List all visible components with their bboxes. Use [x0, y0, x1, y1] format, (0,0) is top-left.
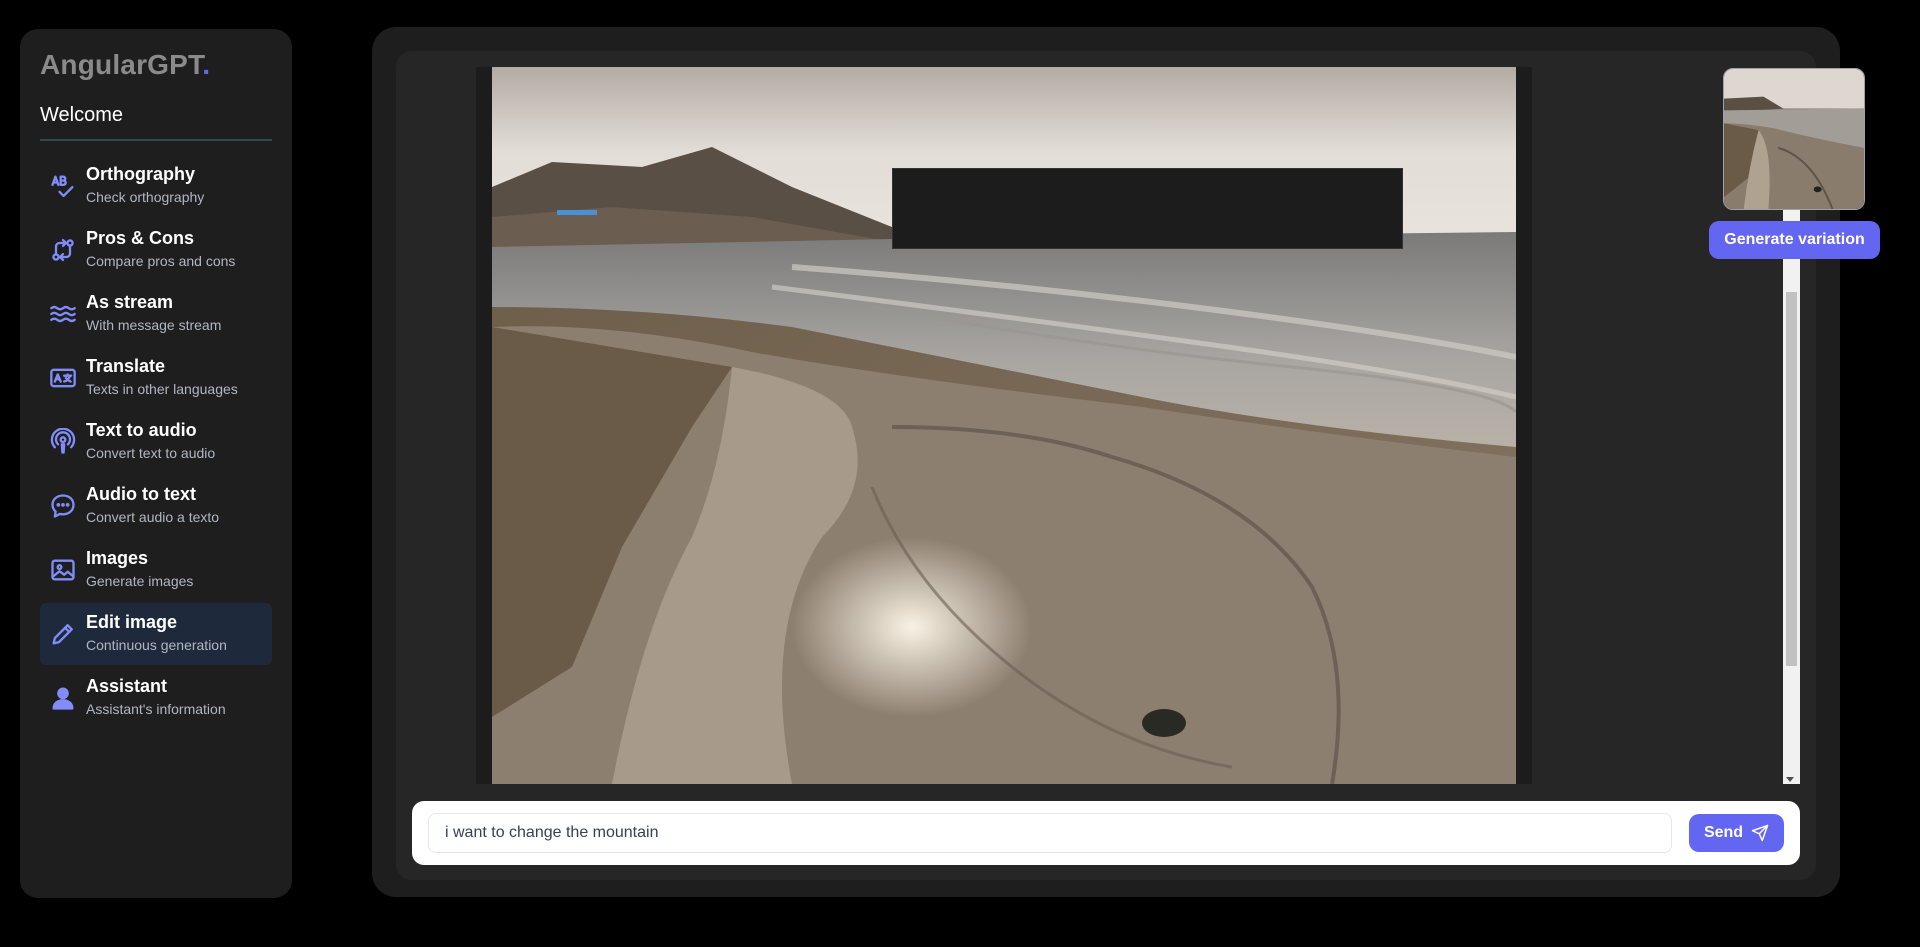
podcast-icon — [48, 427, 78, 457]
sidebar-item-subtitle: Continuous generation — [86, 637, 227, 653]
sidebar-item-subtitle: Check orthography — [86, 189, 205, 205]
translate-icon — [48, 363, 78, 393]
sidebar-item-subtitle: Generate images — [86, 573, 194, 589]
sidebar-item-subtitle: Convert audio a texto — [86, 509, 220, 525]
scroll-down-icon[interactable] — [1786, 777, 1794, 782]
send-button[interactable]: Send — [1689, 814, 1784, 852]
chat-scrollbar[interactable] — [1783, 210, 1800, 784]
edit-mask-region[interactable] — [892, 168, 1403, 249]
sidebar-item-subtitle: Texts in other languages — [86, 381, 238, 397]
sidebar-item-subtitle: With message stream — [86, 317, 222, 333]
original-image-thumbnail[interactable] — [1723, 68, 1865, 210]
waves-icon — [48, 299, 78, 329]
generate-variation-button[interactable]: Generate variation — [1709, 221, 1880, 259]
sidebar: AngularGPT. Welcome Orthography Check or… — [20, 29, 292, 898]
sidebar-divider — [40, 139, 272, 141]
user-icon — [48, 683, 78, 713]
sidebar-item-images[interactable]: Images Generate images — [40, 539, 272, 601]
message-input-bar: Send — [412, 801, 1800, 865]
sidebar-item-pros-cons[interactable]: Pros & Cons Compare pros and cons — [40, 219, 272, 281]
sidebar-item-title: As stream — [86, 292, 174, 312]
sidebar-item-text-to-audio[interactable]: Text to audio Convert text to audio — [40, 411, 272, 473]
sidebar-item-assistant[interactable]: Assistant Assistant's information — [40, 667, 272, 729]
chat-bubble-icon — [48, 491, 78, 521]
sidebar-nav: Orthography Check orthography Pros & Con… — [40, 155, 272, 731]
send-label: Send — [1703, 824, 1744, 841]
welcome-heading: Welcome — [40, 104, 123, 126]
sidebar-item-subtitle: Compare pros and cons — [86, 253, 236, 269]
paper-plane-icon — [1751, 824, 1769, 842]
sidebar-item-title: Orthography — [86, 164, 196, 184]
app-logo: AngularGPT. — [40, 49, 211, 80]
sidebar-item-title: Audio to text — [86, 484, 196, 504]
sidebar-item-title: Text to audio — [86, 420, 197, 440]
sidebar-item-orthography[interactable]: Orthography Check orthography — [40, 155, 272, 217]
compare-arrows-icon — [48, 235, 78, 265]
sidebar-item-translate[interactable]: Translate Texts in other languages — [40, 347, 272, 409]
sidebar-item-edit-image[interactable]: Edit image Continuous generation — [40, 603, 272, 665]
sidebar-item-title: Images — [86, 548, 149, 568]
sidebar-item-title: Translate — [86, 356, 166, 376]
scrollbar-thumb[interactable] — [1786, 292, 1797, 666]
image-icon — [48, 555, 78, 585]
sidebar-item-title: Assistant — [86, 676, 168, 696]
pencil-icon — [48, 619, 78, 649]
message-input[interactable] — [428, 813, 1672, 853]
sidebar-item-title: Edit image — [86, 612, 178, 632]
sidebar-item-as-stream[interactable]: As stream With message stream — [40, 283, 272, 345]
spellcheck-icon — [48, 171, 78, 201]
sidebar-item-subtitle: Assistant's information — [86, 701, 226, 717]
sidebar-item-audio-to-text[interactable]: Audio to text Convert audio a texto — [40, 475, 272, 537]
sidebar-item-subtitle: Convert text to audio — [86, 445, 216, 461]
sidebar-item-title: Pros & Cons — [86, 228, 195, 248]
